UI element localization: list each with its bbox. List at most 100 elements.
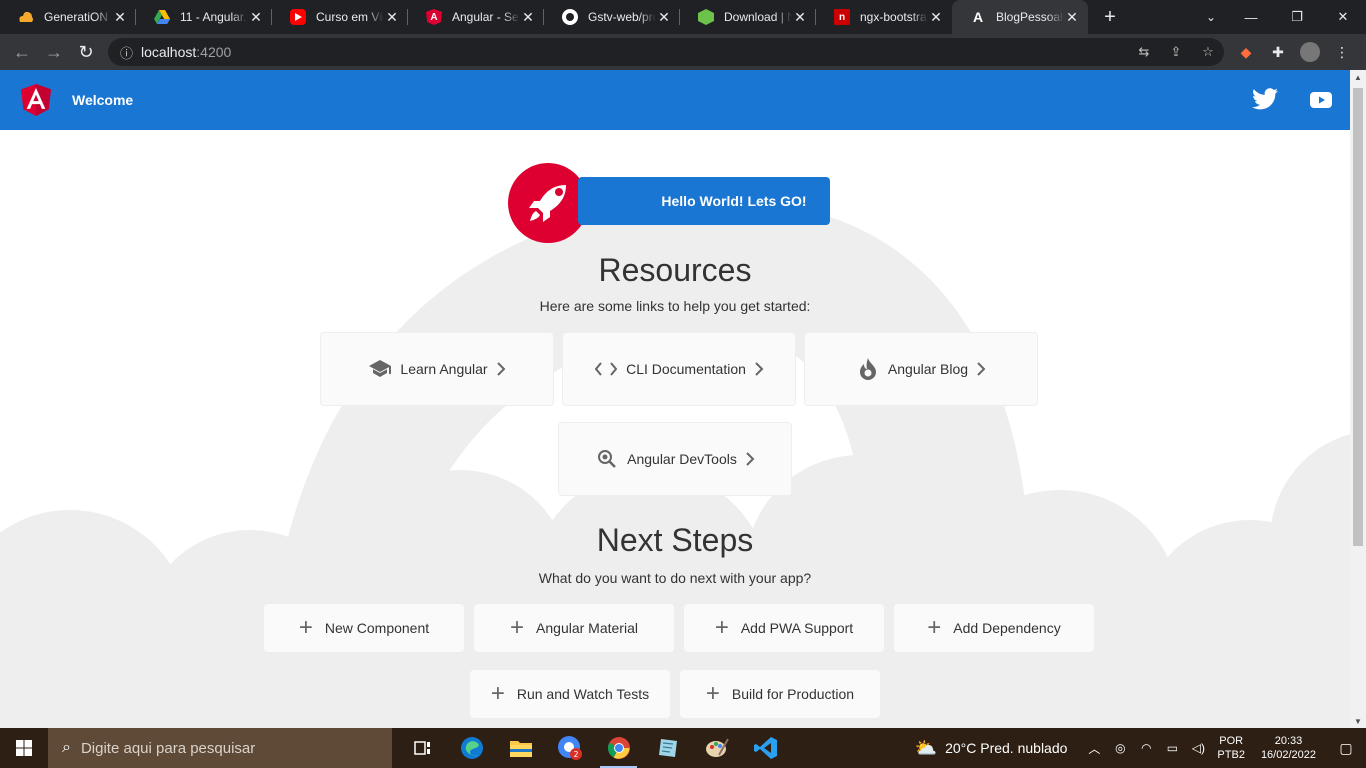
volume-icon[interactable]: ◁) (1186, 741, 1210, 755)
scrollbar-thumb[interactable] (1353, 88, 1363, 546)
browser-tab[interactable]: n ngx-bootstrap ✕ (816, 0, 952, 34)
profile-avatar[interactable] (1294, 36, 1326, 68)
chevron-right-icon (977, 362, 986, 376)
hello-world-button[interactable]: Hello World! Lets GO! (578, 177, 830, 225)
puzzle-icon[interactable]: ✚ (1262, 36, 1294, 68)
close-icon[interactable]: ✕ (520, 9, 536, 26)
rocket-icon (529, 185, 566, 222)
notes-app[interactable] (643, 728, 692, 768)
close-icon[interactable]: ✕ (792, 9, 808, 26)
info-icon[interactable]: ⓘ (120, 43, 133, 62)
close-icon[interactable]: ✕ (384, 9, 400, 26)
twitter-icon[interactable] (1252, 88, 1278, 110)
plus-icon: + (927, 614, 942, 641)
arrow-left-icon: ← (13, 41, 31, 62)
file-explorer-app[interactable] (496, 728, 545, 768)
svg-text:2: 2 (573, 750, 578, 759)
browser-tab[interactable]: Curso em Vídeo ✕ (272, 0, 408, 34)
start-button[interactable] (0, 728, 48, 768)
new-tab-button[interactable]: + (1092, 6, 1128, 29)
paint-app[interactable] (692, 728, 741, 768)
chevron-right-icon (496, 362, 506, 376)
task-view-button[interactable] (398, 728, 447, 768)
angular-icon: A (426, 9, 442, 25)
chevron-down-icon: ⌄ (1205, 10, 1216, 24)
app-toolbar: Welcome (0, 70, 1350, 130)
browser-tab[interactable]: A Angular - Setup ✕ (408, 0, 544, 34)
close-icon[interactable]: ✕ (112, 9, 128, 26)
youtube-icon[interactable] (1310, 92, 1332, 108)
node-icon (698, 9, 714, 25)
browser-tab[interactable]: Gstv-web/projeto ✕ (544, 0, 680, 34)
page-viewport: Welcome Hello World! Lets GO! Resources … (0, 70, 1350, 728)
next-steps-heading: Next Steps (596, 522, 754, 558)
page-scrollbar[interactable]: ▲ ▼ (1350, 70, 1366, 728)
network-icon[interactable]: ◠ (1134, 741, 1158, 755)
close-icon[interactable]: ✕ (248, 9, 264, 26)
angular-blog-card[interactable]: Angular Blog (804, 332, 1038, 406)
browser-toolbar: ← → ↻ ⓘ localhost:4200 ⇆ ⇪ ☆ ◆ ✚ ⋮ (0, 34, 1366, 70)
add-dependency-step[interactable]: + Add Dependency (894, 604, 1094, 652)
angular-devtools-card[interactable]: Angular DevTools (558, 422, 792, 496)
taskbar-search-box[interactable]: ⌕ Digite aqui para pesquisar (48, 728, 392, 768)
close-icon[interactable]: ✕ (1064, 9, 1080, 26)
windows-icon (16, 740, 32, 756)
learn-angular-card[interactable]: Learn Angular (320, 332, 554, 406)
meet-icon[interactable]: ◎ (1108, 741, 1132, 755)
reload-button[interactable]: ↻ (70, 36, 102, 68)
build-production-step[interactable]: + Build for Production (680, 670, 880, 718)
language-indicator[interactable]: POR PTB2 (1217, 734, 1245, 762)
school-icon (368, 357, 392, 381)
angular-logo (21, 84, 51, 116)
code-icon (594, 357, 618, 381)
close-window-button[interactable]: ✕ (1320, 0, 1366, 34)
magnifier-icon (595, 447, 619, 471)
share-icon[interactable]: ⇪ (1160, 44, 1192, 60)
chevron-up-icon[interactable]: ︿ (1082, 740, 1106, 757)
scroll-up-icon[interactable]: ▲ (1350, 73, 1366, 82)
clock[interactable]: 20:33 16/02/2022 (1261, 734, 1316, 762)
npm-icon: n (834, 9, 850, 25)
cli-documentation-card[interactable]: CLI Documentation (562, 332, 796, 406)
forward-button[interactable]: → (38, 36, 70, 68)
battery-icon[interactable]: ▭ (1160, 741, 1184, 755)
browser-tab[interactable]: Download | Node ✕ (680, 0, 816, 34)
plus-icon: + (714, 614, 729, 641)
notification-icon[interactable]: ▢ (1326, 740, 1366, 757)
run-watch-tests-step[interactable]: + Run and Watch Tests (470, 670, 670, 718)
menu-icon[interactable]: ⋮ (1326, 36, 1358, 68)
browser-tab-active[interactable]: A BlogPessoalFront ✕ (952, 0, 1088, 34)
partly-cloudy-icon: ⛅ (914, 737, 938, 758)
angular-icon: A (972, 9, 984, 25)
chevron-right-icon (746, 452, 755, 466)
browser-tab[interactable]: 11 - Angular.pdf ✕ (136, 0, 272, 34)
close-icon[interactable]: ✕ (928, 9, 944, 26)
translate-icon[interactable]: ⇆ (1128, 44, 1160, 60)
plus-icon: + (298, 614, 313, 641)
extension-icon[interactable]: ◆ (1230, 36, 1262, 68)
angular-material-step[interactable]: + Angular Material (474, 604, 674, 652)
plus-icon: + (490, 680, 505, 707)
add-pwa-support-step[interactable]: + Add PWA Support (684, 604, 884, 652)
chevron-right-icon (755, 362, 764, 376)
tab-search-button[interactable]: ⌄ (1206, 0, 1216, 34)
chrome-app[interactable] (594, 728, 643, 768)
close-icon[interactable]: ✕ (656, 9, 672, 26)
minimize-button[interactable]: — (1228, 0, 1274, 34)
palette-icon (705, 738, 729, 757)
chrome-badge-app[interactable]: 2 (545, 728, 594, 768)
browser-tab[interactable]: GeneratiON ✕ (0, 0, 136, 34)
vscode-app[interactable] (741, 728, 790, 768)
scroll-down-icon[interactable]: ▼ (1350, 717, 1366, 726)
back-button[interactable]: ← (6, 36, 38, 68)
edge-app[interactable] (447, 728, 496, 768)
chrome-profile-icon: 2 (557, 736, 582, 760)
address-bar[interactable]: ⓘ localhost:4200 ⇆ ⇪ ☆ (108, 38, 1224, 66)
toolbar-title: Welcome (72, 92, 134, 108)
star-icon[interactable]: ☆ (1192, 44, 1224, 60)
resources-subheading: Here are some links to help you get star… (539, 298, 811, 314)
weather-widget[interactable]: ⛅ 20°C Pred. nublado (915, 738, 1068, 759)
restore-button[interactable]: ❐ (1274, 0, 1320, 34)
drive-icon (154, 9, 170, 25)
new-component-step[interactable]: + New Component (264, 604, 464, 652)
